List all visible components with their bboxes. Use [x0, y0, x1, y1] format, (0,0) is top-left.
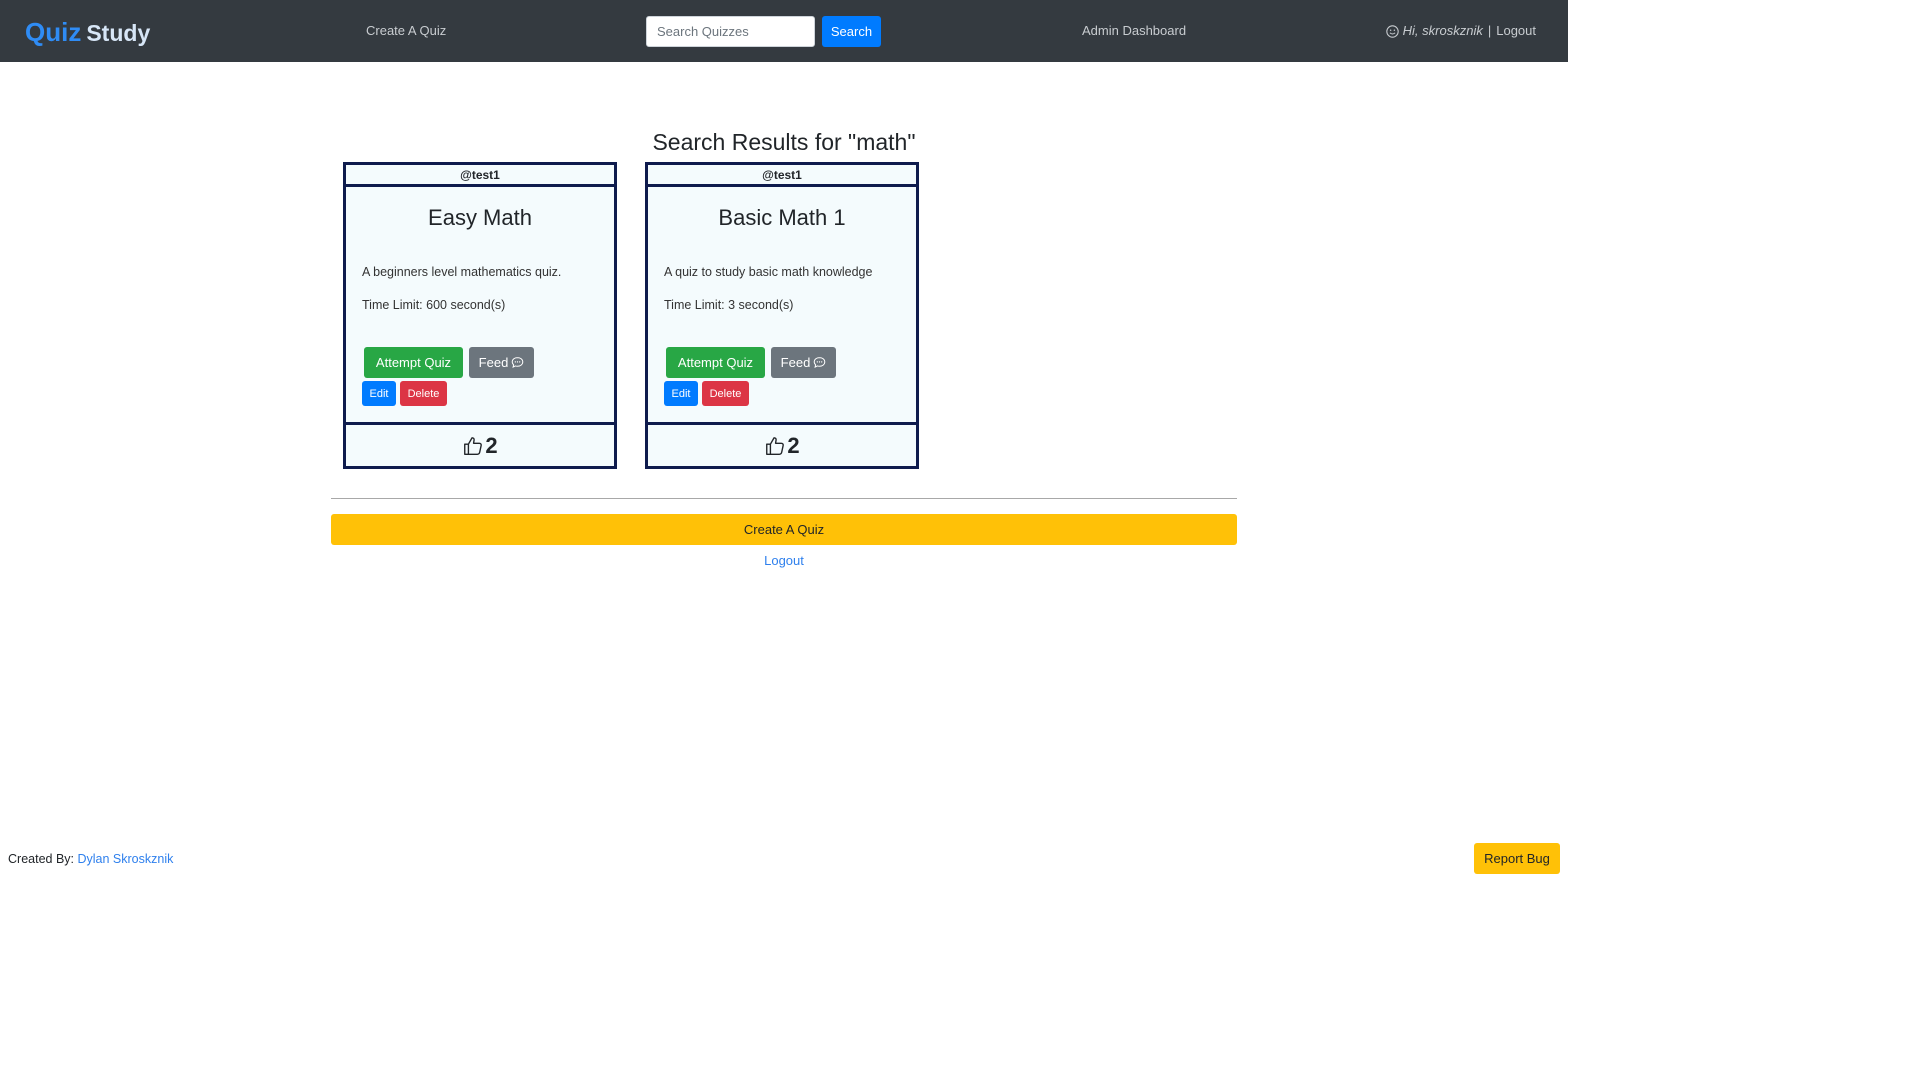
card-description: A quiz to study basic math knowledge	[664, 265, 873, 279]
chat-bubble-icon	[814, 357, 826, 368]
card-author: @test1	[346, 165, 614, 187]
edit-button[interactable]: Edit	[664, 381, 698, 406]
quiz-card: @test1 Basic Math 1 A quiz to study basi…	[645, 162, 919, 469]
card-footer: 2	[346, 422, 614, 466]
thumbs-up-icon[interactable]	[462, 435, 484, 457]
divider	[331, 498, 1237, 499]
feed-button-label: Feed	[478, 355, 509, 370]
like-count: 2	[485, 432, 498, 458]
created-by-label: Created By:	[8, 852, 75, 866]
footer-credit: Created By: Dylan Skroskznik	[8, 850, 173, 868]
search-input[interactable]	[646, 16, 815, 47]
nav-separator: |	[1487, 23, 1492, 38]
quiz-card: @test1 Easy Math A beginners level mathe…	[343, 162, 617, 469]
logout-link-container: Logout	[0, 552, 1568, 570]
thumbs-up-icon[interactable]	[764, 435, 786, 457]
card-time-limit: Time Limit: 3 second(s)	[664, 298, 794, 312]
feed-button-label: Feed	[780, 355, 811, 370]
card-time-limit: Time Limit: 600 second(s)	[362, 298, 506, 312]
author-link[interactable]: Dylan Skroskznik	[78, 852, 174, 866]
user-greeting: Hi, skroskznik	[1402, 23, 1483, 38]
delete-button[interactable]: Delete	[702, 381, 749, 406]
nav-logout-link[interactable]: Logout	[1496, 22, 1536, 40]
attempt-quiz-button[interactable]: Attempt Quiz	[666, 347, 765, 378]
nav-create-quiz-link[interactable]: Create A Quiz	[366, 22, 446, 40]
attempt-quiz-button[interactable]: Attempt Quiz	[364, 347, 463, 378]
logout-link[interactable]: Logout	[764, 553, 804, 568]
nav-admin-dashboard-link[interactable]: Admin Dashboard	[1082, 22, 1186, 40]
card-title: Easy Math	[428, 205, 532, 230]
search-button[interactable]: Search	[822, 16, 881, 47]
user-area: Hi, skroskznik | Logout	[1385, 22, 1536, 40]
delete-button[interactable]: Delete	[400, 381, 447, 406]
card-description: A beginners level mathematics quiz.	[362, 265, 562, 279]
chat-bubble-icon	[512, 357, 524, 368]
feed-button[interactable]: Feed	[469, 347, 534, 378]
edit-button[interactable]: Edit	[362, 381, 396, 406]
page-title: Search Results for "math"	[652, 129, 916, 155]
create-quiz-button[interactable]: Create A Quiz	[331, 514, 1237, 545]
card-title: Basic Math 1	[718, 205, 846, 230]
brand-study-text: Study	[86, 20, 151, 46]
feed-button[interactable]: Feed	[771, 347, 836, 378]
card-author: @test1	[648, 165, 916, 187]
brand-quiz-text: Quiz	[25, 17, 82, 47]
smile-icon	[1385, 24, 1399, 38]
card-footer: 2	[648, 422, 916, 466]
brand-logo[interactable]: Quiz Study	[25, 16, 150, 49]
report-bug-button[interactable]: Report Bug	[1474, 843, 1560, 874]
like-count: 2	[787, 432, 800, 458]
navbar: QuizStudy Create A Quiz Search Admin Das…	[0, 0, 1568, 62]
